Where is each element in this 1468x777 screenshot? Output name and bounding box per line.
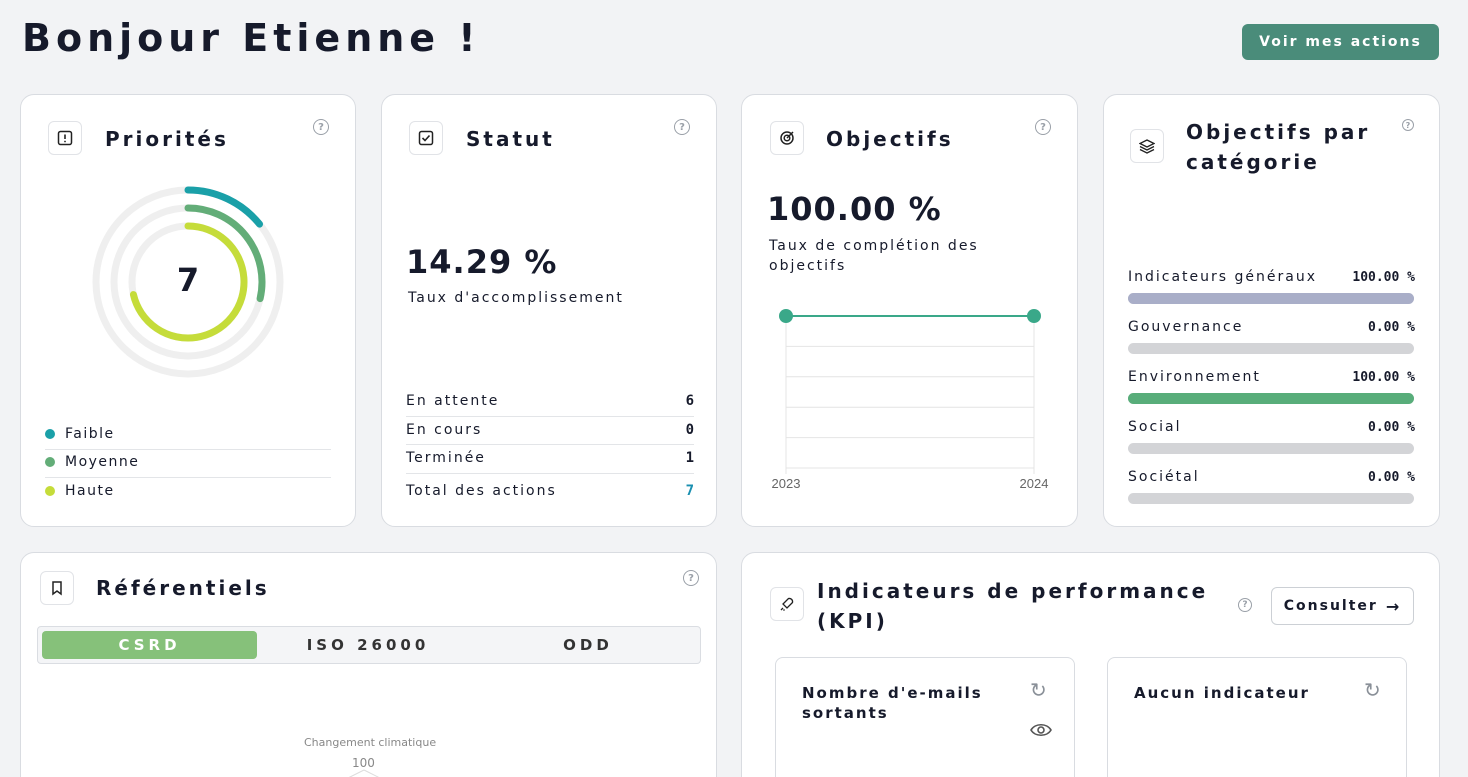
view-actions-button[interactable]: Voir mes actions [1242, 24, 1439, 60]
status-card: Statut ? 14.29 % Taux d'accomplissement … [381, 94, 717, 527]
status-percent: 14.29 % [406, 243, 558, 281]
kpi-item-emails[interactable]: Nombre d'e-mails sortants ↻ [775, 657, 1075, 777]
status-row-done: Terminée 1 [406, 450, 694, 466]
legend-dot [45, 486, 55, 496]
radar-axis-label: Changement climatique [304, 736, 437, 749]
category-label: Social [1128, 419, 1182, 435]
category-value: 0.00 % [1368, 420, 1415, 435]
referentiels-tabs: CSRD ISO 26000 ODD [37, 626, 701, 664]
category-value: 100.00 % [1352, 370, 1415, 385]
status-row-pending: En attente 6 [406, 393, 694, 409]
bookmark-icon [40, 571, 74, 605]
data-point [779, 309, 793, 323]
priorities-title: Priorités [105, 127, 229, 151]
category-progress-bar [1128, 293, 1414, 304]
tab-csrd[interactable]: CSRD [42, 631, 257, 659]
eye-icon[interactable] [1030, 722, 1052, 742]
arrow-right-icon: → [1385, 596, 1402, 616]
tab-odd[interactable]: ODD [480, 631, 696, 659]
legend-dot [45, 457, 55, 467]
x-tick-label: 2024 [1020, 476, 1049, 491]
objectives-line-chart: 2023 2024 [772, 309, 1049, 491]
help-icon[interactable]: ? [683, 570, 699, 586]
refresh-icon[interactable]: ↻ [1030, 678, 1047, 702]
objectives-title: Objectifs [826, 127, 954, 151]
objectives-card: Objectifs ? 100.00 % Taux de complétion … [741, 94, 1078, 527]
objectives-caption: Taux de complétion des objectifs [769, 238, 979, 274]
status-caption: Taux d'accomplissement [408, 290, 624, 306]
category-progress-bar [1128, 393, 1414, 404]
kpi-title-line2: (KPI) [817, 609, 888, 633]
help-icon[interactable]: ? [1238, 598, 1252, 612]
check-square-icon [409, 121, 443, 155]
legend-dot [45, 429, 55, 439]
radar-chart [348, 769, 380, 777]
help-icon[interactable]: ? [1035, 119, 1051, 135]
layers-icon [1130, 129, 1164, 163]
legend-haute: Haute [45, 477, 331, 505]
data-point [1027, 309, 1041, 323]
help-icon[interactable]: ? [674, 119, 690, 135]
category-title-line1: Objectifs par [1186, 120, 1371, 144]
consult-button[interactable]: Consulter → [1271, 587, 1414, 625]
tab-iso-26000[interactable]: ISO 26000 [260, 631, 476, 659]
category-value: 0.00 % [1368, 320, 1415, 335]
category-progress-fill [1128, 293, 1414, 304]
rocket-icon [770, 587, 804, 621]
category-progress-bar [1128, 443, 1414, 454]
category-title-line2: catégorie [1186, 150, 1320, 174]
category-card: Objectifs par catégorie ? Indicateurs gé… [1103, 94, 1440, 527]
category-label: Indicateurs généraux [1128, 269, 1318, 285]
status-row-total: Total des actions 7 [406, 483, 694, 499]
category-progress-fill [1128, 393, 1414, 404]
category-progress-bar [1128, 493, 1414, 504]
category-label: Gouvernance [1128, 319, 1244, 335]
category-label: Sociétal [1128, 469, 1200, 485]
status-row-in-progress: En cours 0 [406, 422, 694, 438]
legend-moyenne: Moyenne [45, 448, 331, 476]
kpi-item-empty[interactable]: Aucun indicateur ↻ [1107, 657, 1407, 777]
priorities-card: Priorités ? 7 Faible Moyenne Haute [20, 94, 356, 527]
page-title: Bonjour Etienne ! [22, 16, 481, 60]
category-value: 0.00 % [1368, 470, 1415, 485]
category-label: Environnement [1128, 369, 1261, 385]
refresh-icon[interactable]: ↻ [1364, 678, 1381, 702]
priorities-total: 7 [176, 261, 200, 299]
target-icon [770, 121, 804, 155]
kpi-card: Indicateurs de performance (KPI) ? Consu… [741, 552, 1440, 777]
objectives-percent: 100.00 % [767, 190, 942, 228]
category-progress-bar [1128, 343, 1414, 354]
kpi-title-line1: Indicateurs de performance [817, 579, 1209, 603]
status-title: Statut [466, 127, 555, 151]
referentiels-title: Référentiels [96, 576, 270, 600]
help-icon[interactable]: ? [313, 119, 329, 135]
legend-faible: Faible [45, 420, 331, 448]
category-value: 100.00 % [1352, 270, 1415, 285]
referentiels-card: Référentiels ? CSRD ISO 26000 ODD Change… [20, 552, 717, 777]
x-tick-label: 2023 [772, 476, 801, 491]
alert-square-icon [48, 121, 82, 155]
help-icon[interactable]: ? [1402, 119, 1414, 131]
